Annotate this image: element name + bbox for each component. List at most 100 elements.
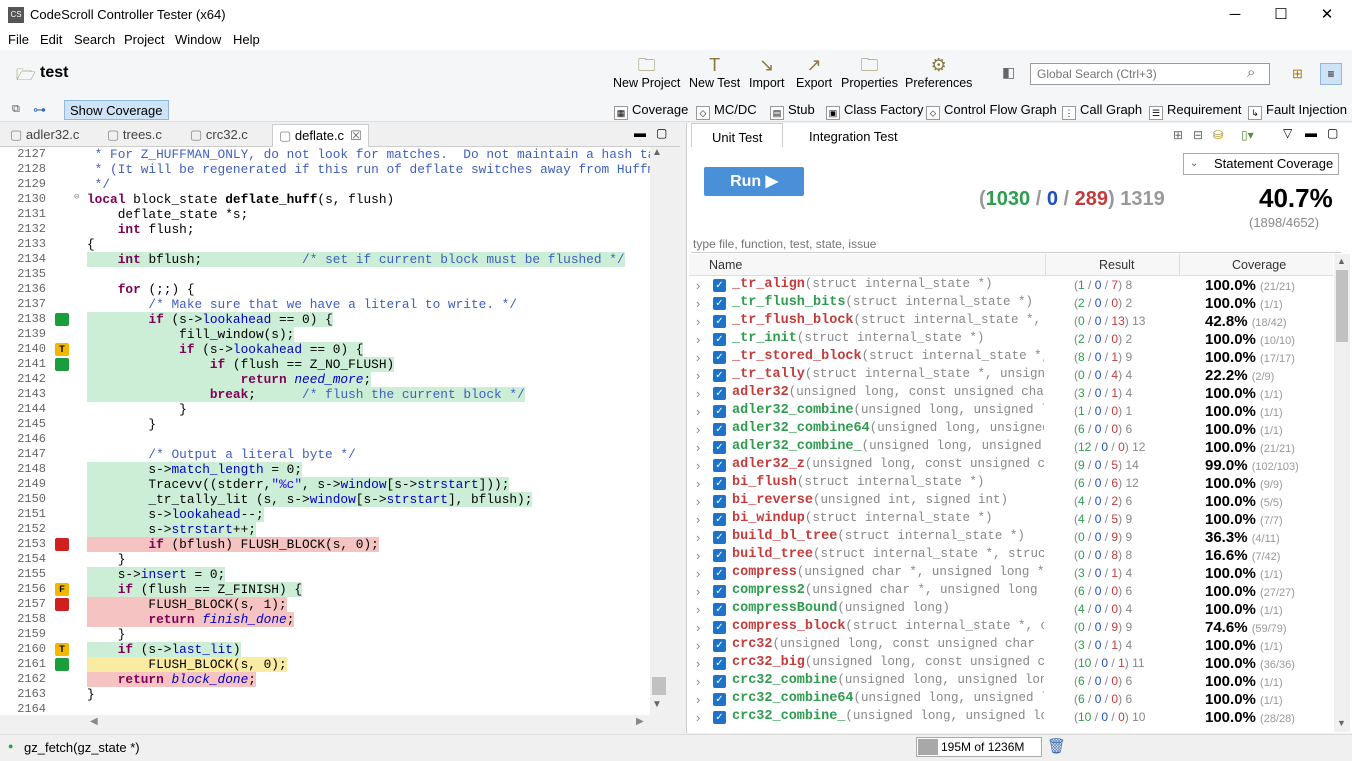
- collapse-all-icon[interactable]: ⊟: [1193, 128, 1203, 142]
- minimize-view-icon[interactable]: ▬: [634, 126, 646, 140]
- checkbox[interactable]: ✓: [713, 297, 726, 310]
- tab-deflate[interactable]: ▢ deflate.c ☒: [272, 124, 369, 147]
- list-item[interactable]: › ✓ bi_reverse(unsigned int, signed int) (4…: [689, 493, 1333, 511]
- checkbox[interactable]: ✓: [713, 621, 726, 634]
- filter-icon[interactable]: ⛁: [1213, 128, 1223, 142]
- minimize-panel-icon[interactable]: ▬: [1305, 126, 1317, 140]
- coverage-marker-icon[interactable]: [55, 598, 69, 611]
- new-test-button[interactable]: T New Test: [689, 54, 740, 90]
- chevron-right-icon[interactable]: ›: [696, 692, 700, 707]
- checkbox[interactable]: ✓: [713, 369, 726, 382]
- chevron-right-icon[interactable]: ›: [696, 620, 700, 635]
- checkbox[interactable]: ✓: [713, 279, 726, 292]
- call-graph-button[interactable]: ⋮ Call Graph: [1062, 102, 1142, 120]
- checkbox[interactable]: ✓: [713, 639, 726, 652]
- perspective-icon[interactable]: ⊞: [1292, 66, 1303, 82]
- list-item[interactable]: › ✓ compress(unsigned char *, unsigned lon…: [689, 565, 1333, 583]
- checkbox[interactable]: ✓: [713, 351, 726, 364]
- chevron-right-icon[interactable]: ›: [696, 638, 700, 653]
- menu-search[interactable]: Search: [74, 32, 115, 47]
- fault-injection-button[interactable]: ↳ Fault Injection: [1248, 102, 1347, 120]
- menu-file[interactable]: File: [8, 32, 29, 47]
- global-search-input[interactable]: [1030, 63, 1270, 85]
- coverage-marker-icon[interactable]: F: [55, 583, 69, 596]
- checkbox[interactable]: ✓: [713, 387, 726, 400]
- scroll-left-icon[interactable]: ◀: [90, 716, 98, 727]
- chevron-right-icon[interactable]: ›: [696, 350, 700, 365]
- checkbox[interactable]: ✓: [713, 315, 726, 328]
- coverage-marker-icon[interactable]: T: [55, 343, 69, 356]
- show-coverage-toggle[interactable]: Show Coverage: [64, 100, 169, 120]
- checkbox[interactable]: ✓: [713, 585, 726, 598]
- chevron-right-icon[interactable]: ›: [696, 476, 700, 491]
- control-flow-graph-button[interactable]: ⬦ Control Flow Graph: [926, 102, 1057, 120]
- scroll-down-icon[interactable]: ▼: [1337, 718, 1346, 728]
- import-button[interactable]: ↘ Import: [749, 54, 784, 90]
- tab-adler32[interactable]: ▢ adler32.c: [10, 127, 79, 143]
- chevron-right-icon[interactable]: ›: [696, 458, 700, 473]
- checkbox[interactable]: ✓: [713, 495, 726, 508]
- list-item[interactable]: › ✓ adler32_z(unsigned long, const unsigne…: [689, 457, 1333, 475]
- chevron-right-icon[interactable]: ›: [696, 314, 700, 329]
- checkbox[interactable]: ✓: [713, 531, 726, 544]
- maximize-button[interactable]: ☐: [1258, 0, 1304, 30]
- list-item[interactable]: › ✓ crc32_combine(unsigned long, unsigned …: [689, 673, 1333, 691]
- checkbox[interactable]: ✓: [713, 549, 726, 562]
- list-item[interactable]: › ✓ bi_flush(struct internal_state *) (6 / …: [689, 475, 1333, 493]
- coverage-marker-icon[interactable]: [55, 313, 69, 326]
- expand-all-icon[interactable]: ⊞: [1173, 128, 1183, 142]
- checkbox[interactable]: ✓: [713, 423, 726, 436]
- report-icon[interactable]: ▯▾: [1241, 128, 1254, 142]
- list-item[interactable]: › ✓ crc32_combine64(unsigned long, unsigne…: [689, 691, 1333, 709]
- new-project-button[interactable]: 🗀 New Project: [613, 54, 680, 90]
- checkbox[interactable]: ✓: [713, 333, 726, 346]
- coverage-button[interactable]: ▦ Coverage: [614, 102, 688, 120]
- scroll-right-icon[interactable]: ▶: [636, 716, 644, 727]
- search-scope-icon[interactable]: ◧: [1002, 64, 1015, 81]
- chevron-right-icon[interactable]: ›: [696, 404, 700, 419]
- checkbox[interactable]: ✓: [713, 693, 726, 706]
- tab-integration-test[interactable]: Integration Test: [809, 129, 898, 144]
- fold-icon[interactable]: ⊖: [74, 192, 79, 202]
- view-menu-icon[interactable]: ▽: [1283, 126, 1292, 140]
- chevron-right-icon[interactable]: ›: [696, 566, 700, 581]
- coverage-marker-icon[interactable]: T: [55, 643, 69, 656]
- list-item[interactable]: › ✓ build_tree(struct internal_state *, st…: [689, 547, 1333, 565]
- chevron-right-icon[interactable]: ›: [696, 530, 700, 545]
- coverage-type-select[interactable]: ⌄ Statement Coverage: [1183, 153, 1339, 175]
- checkbox[interactable]: ✓: [713, 711, 726, 724]
- mcdc-button[interactable]: ◇ MC/DC: [696, 102, 757, 120]
- list-item[interactable]: › ✓ _tr_align(struct internal_state *) (1 /…: [689, 277, 1333, 295]
- checkbox[interactable]: ✓: [713, 477, 726, 490]
- chevron-right-icon[interactable]: ›: [696, 296, 700, 311]
- minimize-button[interactable]: ─: [1212, 0, 1258, 30]
- chevron-right-icon[interactable]: ›: [696, 710, 700, 725]
- chevron-right-icon[interactable]: ›: [696, 656, 700, 671]
- scroll-down-icon[interactable]: ▼: [652, 699, 662, 710]
- coverage-marker-icon[interactable]: [55, 358, 69, 371]
- trash-icon[interactable]: 🗑: [1047, 737, 1066, 755]
- close-tab-icon[interactable]: ☒: [350, 128, 362, 143]
- export-button[interactable]: ↗ Export: [796, 54, 832, 90]
- checkbox[interactable]: ✓: [713, 459, 726, 472]
- class-factory-button[interactable]: ▣ Class Factory: [826, 102, 923, 120]
- tab-trees[interactable]: ▢ trees.c: [107, 127, 162, 143]
- menu-edit[interactable]: Edit: [40, 32, 62, 47]
- list-item[interactable]: › ✓ _tr_flush_bits(struct internal_state *…: [689, 295, 1333, 313]
- menu-project[interactable]: Project: [124, 32, 164, 47]
- list-item[interactable]: › ✓ adler32_combine64(unsigned long, unsig…: [689, 421, 1333, 439]
- list-item[interactable]: › ✓ crc32_combine_(unsigned long, unsigned…: [689, 709, 1333, 727]
- list-item[interactable]: › ✓ compress2(unsigned char *, unsigned lo…: [689, 583, 1333, 601]
- coverage-marker-icon[interactable]: [55, 538, 69, 551]
- chevron-right-icon[interactable]: ›: [696, 548, 700, 563]
- checkbox[interactable]: ✓: [713, 513, 726, 526]
- checkbox[interactable]: ✓: [713, 657, 726, 670]
- stub-button[interactable]: ▤ Stub: [770, 102, 815, 120]
- chevron-right-icon[interactable]: ›: [696, 494, 700, 509]
- list-vertical-scrollbar[interactable]: ▲ ▼: [1334, 254, 1350, 732]
- maximize-panel-icon[interactable]: ▢: [1327, 126, 1338, 140]
- chevron-right-icon[interactable]: ›: [696, 584, 700, 599]
- chevron-right-icon[interactable]: ›: [696, 386, 700, 401]
- checkbox[interactable]: ✓: [713, 441, 726, 454]
- tester-perspective-icon[interactable]: ≡: [1320, 63, 1342, 85]
